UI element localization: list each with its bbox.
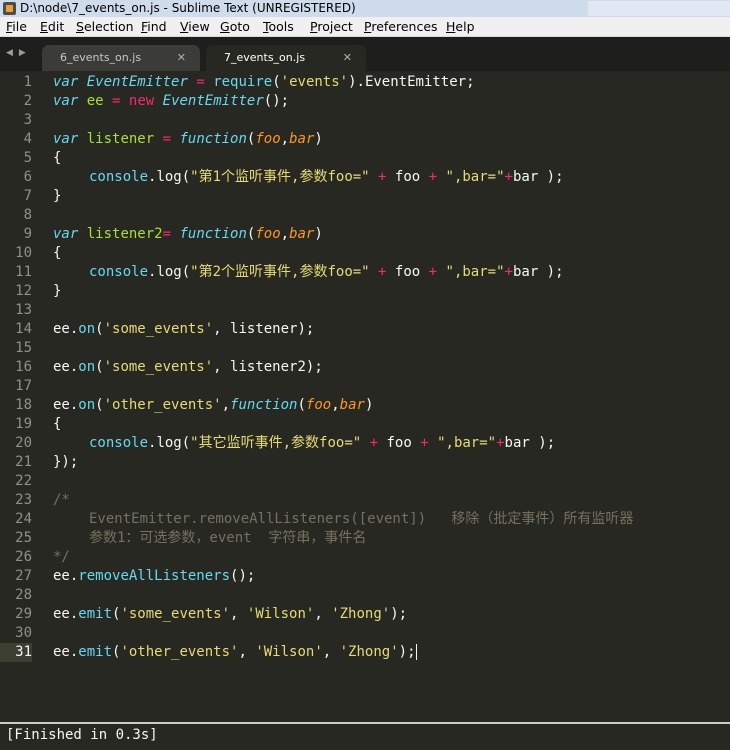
code-line[interactable] (53, 377, 633, 396)
code-line[interactable] (53, 301, 633, 320)
line-number: 2 (23, 93, 32, 109)
code-line[interactable]: } (53, 187, 633, 206)
code-line[interactable]: ee.emit('other_events', 'Wilson', 'Zhong… (53, 643, 633, 662)
line-number: 27 (15, 568, 32, 584)
code-line[interactable]: var EventEmitter = require('events').Eve… (53, 73, 633, 92)
tab-6-events-on[interactable]: 6_events_on.js ✕ (42, 45, 200, 71)
line-number: 15 (15, 340, 32, 356)
code-line[interactable]: { (53, 415, 633, 434)
line-number: 17 (15, 378, 32, 394)
code-line[interactable]: ee.on('some_events', listener2); (53, 358, 633, 377)
code-line[interactable]: var listener2= function(foo,bar) (53, 225, 633, 244)
line-number: 25 (15, 530, 32, 546)
code-line[interactable]: ee.on('other_events',function(foo,bar) (53, 396, 633, 415)
tab-label: 6_events_on.js (60, 51, 142, 64)
menu-file[interactable]: File (6, 17, 27, 37)
code-line[interactable]: { (53, 149, 633, 168)
code-line[interactable]: EventEmitter.removeAllListeners([event])… (53, 510, 633, 529)
line-number: 20 (15, 435, 32, 451)
code-line[interactable]: console.log("第2个监听事件,参数foo=" + foo + ",b… (53, 263, 633, 282)
line-number: 13 (15, 302, 32, 318)
line-number: 23 (15, 492, 32, 508)
code-line[interactable] (53, 111, 633, 130)
code-line[interactable]: ee.emit('some_events', 'Wilson', 'Zhong'… (53, 605, 633, 624)
code-line[interactable]: 参数1：可选参数，event 字符串，事件名 (53, 529, 633, 548)
code-line[interactable]: var listener = function(foo,bar) (53, 130, 633, 149)
code-line[interactable] (53, 624, 633, 643)
menu-bar: File Edit Selection Find View Goto Tools… (0, 17, 730, 37)
menu-help[interactable]: Help (446, 17, 475, 37)
code-line[interactable]: ee.removeAllListeners(); (53, 567, 633, 586)
window-title: D:\node\7_events_on.js - Sublime Text (U… (20, 1, 356, 15)
code-line[interactable]: var ee = new EventEmitter(); (53, 92, 633, 111)
line-number: 12 (15, 283, 32, 299)
menu-tools[interactable]: Tools (263, 17, 294, 37)
code-line[interactable]: */ (53, 548, 633, 567)
line-number: 22 (15, 473, 32, 489)
line-number-current: 31 (0, 643, 32, 662)
tab-bar: ◀▶ 6_events_on.js ✕ 7_events_on.js ✕ (0, 37, 730, 71)
code-line[interactable] (53, 586, 633, 605)
code-line[interactable] (53, 472, 633, 491)
code-line[interactable] (53, 206, 633, 225)
menu-find[interactable]: Find (141, 17, 167, 37)
code-line[interactable]: } (53, 282, 633, 301)
line-number: 6 (23, 169, 32, 185)
line-number: 18 (15, 397, 32, 413)
code-line[interactable]: { (53, 244, 633, 263)
close-icon[interactable]: ✕ (343, 45, 352, 71)
line-number: 16 (15, 359, 32, 375)
line-number-gutter: 1 2 3 4 5 6 7 8 9 10 11 12 13 14 15 16 1… (0, 73, 40, 662)
close-icon[interactable]: ✕ (177, 45, 186, 71)
line-number: 24 (15, 511, 32, 527)
window-title-bar: D:\node\7_events_on.js - Sublime Text (U… (0, 0, 730, 17)
menu-view[interactable]: View (180, 17, 210, 37)
build-result-text: [Finished in 0.3s] (6, 727, 158, 743)
line-number: 11 (15, 264, 32, 280)
line-number: 19 (15, 416, 32, 432)
line-number: 29 (15, 606, 32, 622)
code-editor[interactable]: 1 2 3 4 5 6 7 8 9 10 11 12 13 14 15 16 1… (0, 73, 730, 695)
code-line[interactable]: /* (53, 491, 633, 510)
menu-selection[interactable]: Selection (76, 17, 134, 37)
code-line[interactable]: console.log("其它监听事件,参数foo=" + foo + ",ba… (53, 434, 633, 453)
menu-project[interactable]: Project (310, 17, 353, 37)
tab-navigation-arrows[interactable]: ◀▶ (6, 48, 32, 58)
background-window-tab (588, 1, 730, 16)
code-line[interactable]: ee.on('some_events', listener); (53, 320, 633, 339)
line-number: 28 (15, 587, 32, 603)
line-number: 8 (23, 207, 32, 223)
line-number: 9 (23, 226, 32, 242)
code-area[interactable]: var EventEmitter = require('events').Eve… (53, 73, 633, 662)
build-output-panel: [Finished in 0.3s] (0, 724, 730, 750)
sublime-app-icon (3, 2, 16, 15)
menu-preferences[interactable]: Preferences (364, 17, 438, 37)
line-number: 14 (15, 321, 32, 337)
line-number: 3 (23, 112, 32, 128)
line-number: 7 (23, 188, 32, 204)
line-number: 26 (15, 549, 32, 565)
menu-goto[interactable]: Goto (220, 17, 250, 37)
code-line[interactable]: console.log("第1个监听事件,参数foo=" + foo + ",b… (53, 168, 633, 187)
text-cursor (415, 644, 417, 660)
line-number: 10 (15, 245, 32, 261)
code-line[interactable]: }); (53, 453, 633, 472)
line-number: 4 (23, 131, 32, 147)
tab-label: 7_events_on.js (224, 51, 306, 64)
line-number: 5 (23, 150, 32, 166)
line-number: 21 (15, 454, 32, 470)
line-number: 30 (15, 625, 32, 641)
menu-edit[interactable]: Edit (40, 17, 64, 37)
tab-7-events-on[interactable]: 7_events_on.js ✕ (206, 45, 366, 71)
line-number: 1 (23, 74, 32, 90)
code-line[interactable] (53, 339, 633, 358)
